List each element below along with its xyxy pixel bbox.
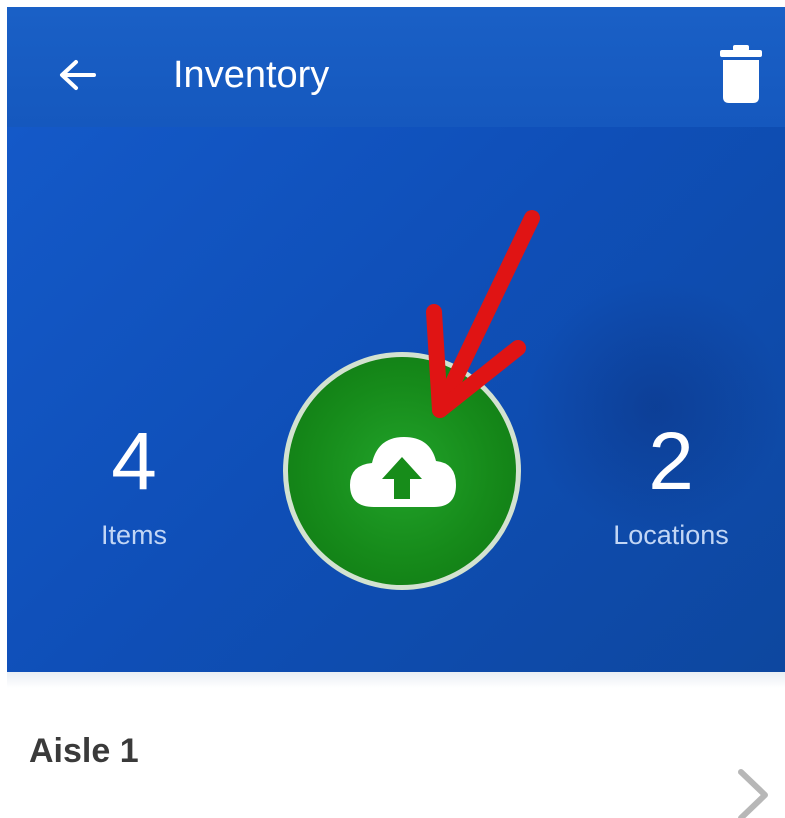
items-label: Items: [100, 520, 167, 550]
cloud-upload-icon: [350, 437, 456, 507]
trash-icon: [720, 45, 762, 103]
locations-count: 2: [648, 416, 694, 507]
cloud-sync-button[interactable]: [283, 352, 521, 590]
location-name: Aisle 1: [29, 732, 139, 770]
locations-label: Locations: [613, 520, 729, 550]
page-title: Inventory: [173, 54, 330, 96]
inventory-summary-panel: 4 Items 2 Locations: [7, 127, 785, 672]
chevron-right-icon: [738, 769, 768, 818]
back-button[interactable]: [55, 53, 99, 97]
app-bar: Inventory: [7, 7, 785, 127]
location-list-item[interactable]: Aisle 1: [7, 690, 785, 818]
items-count: 4: [111, 416, 157, 507]
delete-button[interactable]: [711, 40, 771, 108]
divider: [7, 672, 785, 688]
arrow-back-icon: [60, 60, 96, 90]
